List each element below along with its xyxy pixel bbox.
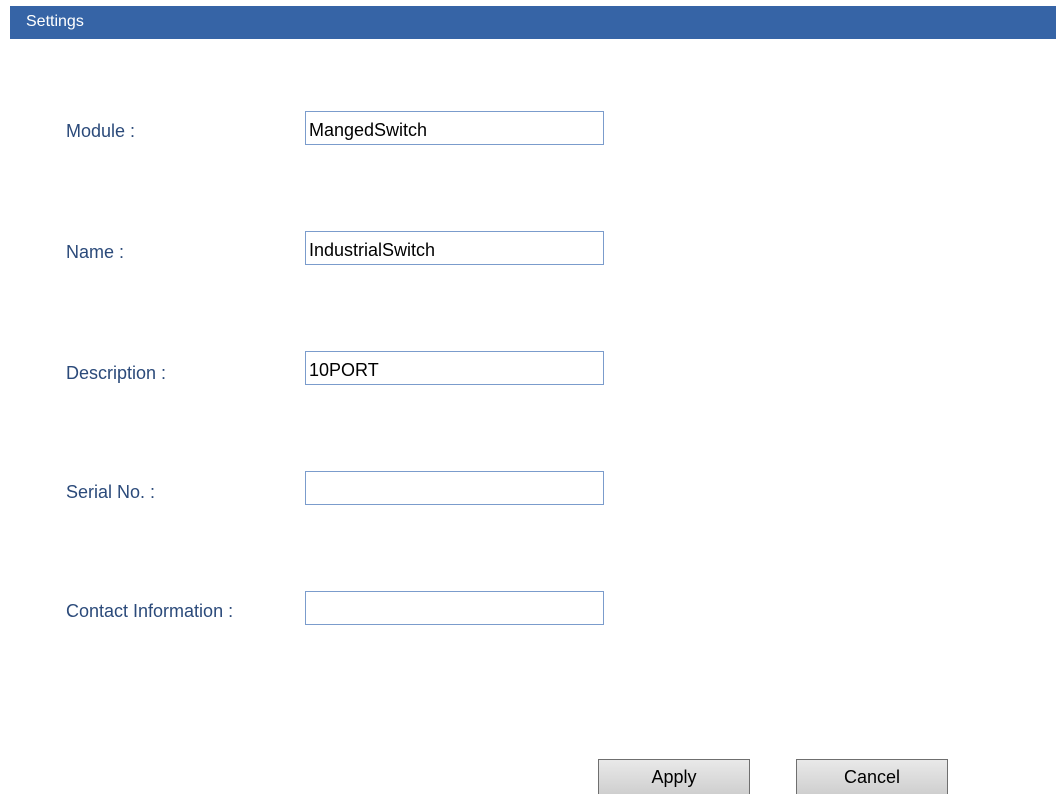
settings-header-bar: Settings [10,6,1056,39]
serial-no-input[interactable] [305,471,604,505]
contact-information-input[interactable] [305,591,604,625]
contact-information-label: Contact Information : [66,601,234,621]
settings-page: Settings Module : Name : Description : S… [0,0,1056,794]
settings-title: Settings [26,13,84,30]
description-input[interactable] [305,351,604,385]
cancel-button[interactable]: Cancel [796,759,948,794]
description-label: Description : [66,363,167,383]
module-input[interactable] [305,111,604,145]
apply-button[interactable]: Apply [598,759,750,794]
serial-no-label: Serial No. : [66,482,156,502]
name-input[interactable] [305,231,604,265]
module-label: Module : [66,121,136,141]
name-label: Name : [66,242,125,262]
